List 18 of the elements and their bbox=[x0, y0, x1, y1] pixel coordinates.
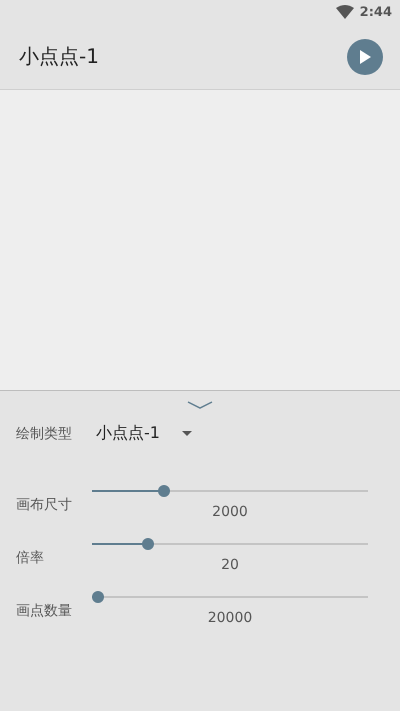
slider-label: 画布尺寸 bbox=[16, 496, 73, 515]
slider-value: 2000 bbox=[211, 504, 249, 520]
slider[interactable] bbox=[92, 485, 368, 497]
slider-value: 20000 bbox=[206, 610, 254, 626]
wifi-icon bbox=[336, 5, 354, 19]
play-icon bbox=[359, 50, 371, 64]
play-button[interactable] bbox=[347, 38, 383, 74]
collapse-chevron-icon[interactable] bbox=[187, 401, 213, 409]
slider-value: 20 bbox=[220, 557, 240, 573]
toolbar-title: 小点点-1 bbox=[19, 43, 99, 70]
type-label: 绘制类型 bbox=[16, 424, 73, 442]
type-dropdown[interactable]: 小点点-1 bbox=[96, 423, 192, 444]
slider-label: 倍率 bbox=[16, 549, 45, 568]
status-time: 2:44 bbox=[360, 4, 392, 20]
slider[interactable] bbox=[92, 591, 368, 603]
dropdown-caret-icon bbox=[182, 431, 192, 436]
slider-label: 画点数量 bbox=[16, 602, 73, 621]
slider[interactable] bbox=[92, 538, 368, 550]
